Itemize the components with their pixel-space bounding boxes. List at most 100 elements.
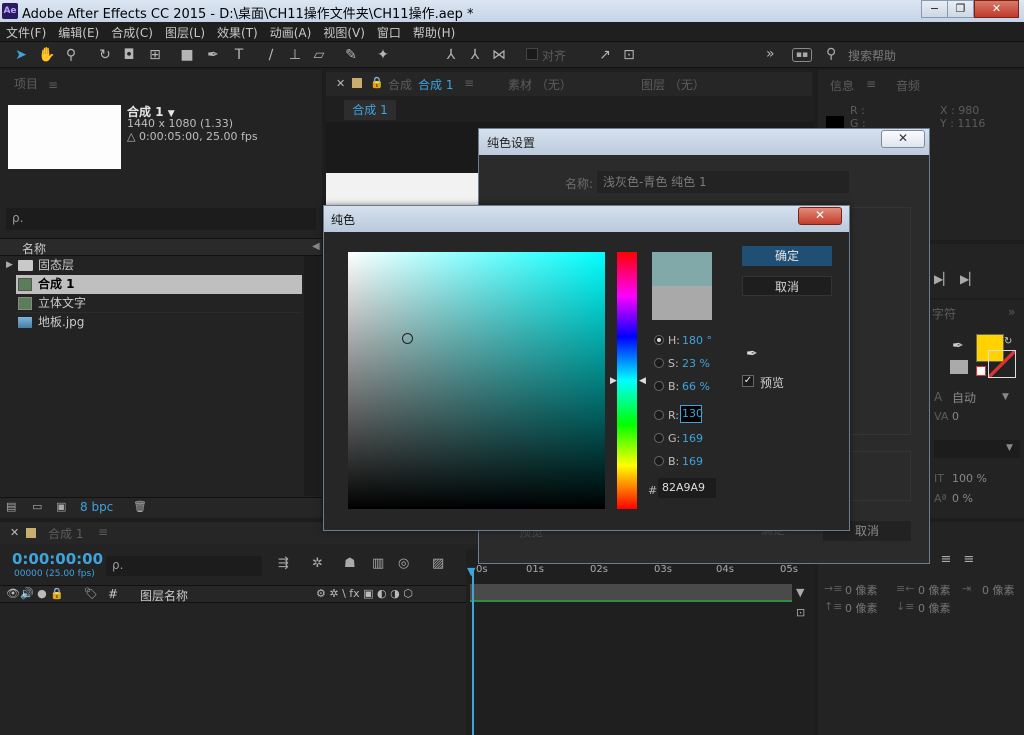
lock-icon[interactable]: 🔒 <box>370 76 384 89</box>
bpc-toggle[interactable]: 8 bpc <box>80 500 113 514</box>
close-button[interactable]: ✕ <box>974 0 1019 18</box>
trash-icon[interactable]: 🗑 <box>133 500 147 513</box>
roto-brush-tool-icon[interactable]: ✎ <box>342 46 360 64</box>
hue-slider-right-arrow[interactable]: ◀ <box>639 376 646 386</box>
clone-stamp-tool-icon[interactable]: ⊥ <box>286 46 304 64</box>
project-item-comp[interactable]: 立体文字 <box>16 294 302 313</box>
color-picker-close-button[interactable]: ✕ <box>798 207 842 225</box>
new-folder-icon[interactable]: ▭ <box>32 500 42 513</box>
toolbar-overflow[interactable]: » <box>766 46 775 62</box>
current-timecode[interactable]: 0:00:00:00 <box>12 550 103 568</box>
hue-slider[interactable] <box>617 252 637 509</box>
close-tab-icon[interactable]: ✕ <box>10 526 19 539</box>
type-tool-icon[interactable]: T <box>230 46 248 64</box>
graph-editor-icon[interactable]: ▨ <box>432 556 444 571</box>
snap-edge-icon[interactable]: ↗ <box>596 46 614 64</box>
g-radio[interactable] <box>654 433 664 443</box>
pen-tool-icon[interactable]: ✒ <box>204 46 222 64</box>
project-tab[interactable]: 项目 <box>14 72 38 96</box>
close-tab-icon[interactable]: ✕ <box>336 77 345 90</box>
workspace-icon[interactable]: ▪▪ <box>792 48 812 62</box>
camera-tool-icon[interactable]: ◘ <box>120 46 138 64</box>
leading-value[interactable]: 自动 <box>952 389 976 406</box>
menu-help[interactable]: 帮助(H) <box>407 22 461 41</box>
r-value-input[interactable]: 130 <box>680 405 703 423</box>
motion-blur-icon[interactable]: ◎ <box>398 556 409 571</box>
preview-checkbox[interactable]: ✓ <box>742 375 754 387</box>
audio-tab[interactable]: 音频 <box>896 77 920 94</box>
zoom-tool-icon[interactable]: ⚲ <box>62 46 80 64</box>
footage-tab[interactable]: 素材 （无） <box>508 76 572 93</box>
dropdown-icon[interactable]: ▼ <box>1002 392 1009 402</box>
eyedropper-icon[interactable]: ✒ <box>746 346 758 362</box>
expand-arrow-icon[interactable]: ▶ <box>6 256 13 275</box>
saturation-brightness-field[interactable] <box>348 252 605 509</box>
hue-slider-left-arrow[interactable]: ▶ <box>610 376 617 386</box>
project-scrollbar[interactable] <box>304 256 320 496</box>
axis-view-icon[interactable]: ⋈ <box>490 46 508 64</box>
baseline-value[interactable]: 0 % <box>952 492 973 505</box>
comp-breadcrumb[interactable]: 合成 1 <box>344 100 396 120</box>
axis-local-icon[interactable]: ⅄ <box>442 46 460 64</box>
restore-button[interactable]: ❐ <box>947 0 974 18</box>
rotate-tool-icon[interactable]: ↻ <box>96 46 114 64</box>
play-icon[interactable]: ▶▏ <box>934 272 952 286</box>
help-search-input[interactable]: 搜索帮助 <box>848 47 896 64</box>
draft-3d-icon[interactable]: ✲ <box>312 556 323 571</box>
menu-layer[interactable]: 图层(L) <box>159 22 211 41</box>
indent-first-value[interactable]: 0 像素 <box>982 582 1015 598</box>
no-fill-icon[interactable] <box>976 366 986 376</box>
selection-tool-icon[interactable]: ➤ <box>12 46 30 64</box>
blue-radio[interactable] <box>654 456 664 466</box>
h-value[interactable]: 180 ° <box>682 334 712 347</box>
project-item-image[interactable]: 地板.jpg <box>16 313 302 332</box>
color-swap-icon[interactable] <box>950 360 968 374</box>
swap-colors-icon[interactable]: ↻ <box>1004 336 1012 347</box>
g-value[interactable]: 169 <box>682 432 703 445</box>
shy-layers-icon[interactable]: ☗ <box>344 556 356 571</box>
frame-blending-icon[interactable]: ▥ <box>372 556 384 571</box>
project-item-comp-selected[interactable]: 合成 1 <box>16 275 302 294</box>
minimize-button[interactable]: − <box>921 0 948 18</box>
project-search-input[interactable]: ρ. <box>6 208 316 230</box>
time-ruler[interactable]: 0s 01s 02s 03s 04s 05s <box>470 562 798 582</box>
puppet-tool-icon[interactable]: ✦ <box>374 46 392 64</box>
pan-behind-tool-icon[interactable]: ⊞ <box>146 46 164 64</box>
s-radio[interactable] <box>654 358 664 368</box>
comp-flowchart-icon[interactable]: ⇶ <box>278 556 289 571</box>
panel-overflow-icon[interactable]: » <box>1008 305 1015 319</box>
tracking-value[interactable]: 0 <box>952 410 959 423</box>
menu-window[interactable]: 窗口 <box>371 22 407 41</box>
new-comp-icon[interactable]: ▣ <box>56 500 66 513</box>
panel-collapse-icon[interactable]: ◀ <box>312 241 320 252</box>
column-layer-name[interactable]: 图层名称 <box>140 587 188 604</box>
work-area-bar[interactable] <box>470 584 792 600</box>
snap-point-icon[interactable]: ⊡ <box>620 46 638 64</box>
blue-value[interactable]: 169 <box>682 455 703 468</box>
b-radio[interactable] <box>654 381 664 391</box>
indent-left-value[interactable]: 0 像素 <box>845 582 878 598</box>
column-name[interactable]: 名称 <box>22 240 46 257</box>
timeline-tab-name[interactable]: 合成 1 <box>48 525 83 542</box>
menu-animation[interactable]: 动画(A) <box>264 22 318 41</box>
space-after-value[interactable]: 0 像素 <box>918 600 951 616</box>
playhead-handle-icon[interactable]: ▼ <box>467 565 475 578</box>
layer-tab[interactable]: 图层 （无） <box>641 76 705 93</box>
ok-button[interactable]: 确定 <box>742 246 832 266</box>
vertical-scale-value[interactable]: 100 % <box>952 472 987 485</box>
color-field-cursor[interactable] <box>402 333 413 344</box>
hand-tool-icon[interactable]: ✋ <box>38 46 56 64</box>
rectangle-tool-icon[interactable]: ■ <box>178 46 196 64</box>
comp-button-icon[interactable]: ▼ <box>796 586 804 599</box>
info-tab[interactable]: 信息 <box>830 77 854 94</box>
eyedropper-icon[interactable]: ✒ <box>952 338 964 354</box>
character-tab[interactable]: 字符 <box>932 305 956 322</box>
s-value[interactable]: 23 % <box>682 357 710 370</box>
b-value[interactable]: 66 % <box>682 380 710 393</box>
timeline-search-input[interactable]: ρ. <box>106 556 262 576</box>
menu-composition[interactable]: 合成(C) <box>105 22 159 41</box>
comp-marker-icon[interactable]: ⊡ <box>796 606 805 619</box>
eraser-tool-icon[interactable]: ▱ <box>310 46 328 64</box>
menu-view[interactable]: 视图(V) <box>317 22 371 41</box>
hex-input[interactable]: 82A9A9 <box>658 478 716 498</box>
